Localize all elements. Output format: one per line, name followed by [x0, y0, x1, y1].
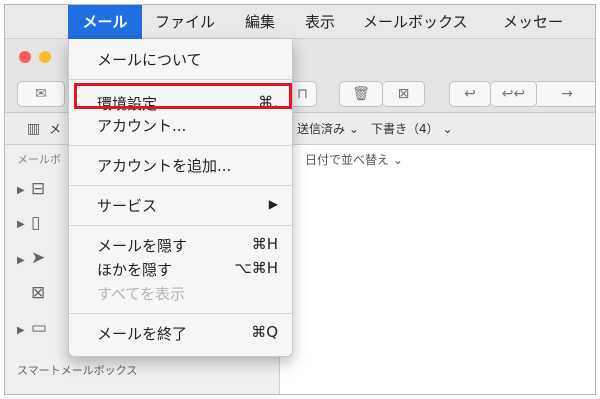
archive-box-icon[interactable]: ▭ — [31, 318, 47, 338]
menu-separator — [69, 145, 292, 146]
new-message-button[interactable]: ✉ — [17, 81, 65, 107]
delete-button[interactable]: 🗑 — [339, 81, 383, 107]
menu-mailbox[interactable]: メールボックス — [363, 5, 468, 39]
junk-button[interactable]: ⊠ — [383, 81, 425, 107]
archive-icon: ⊓ — [297, 86, 308, 102]
disclosure-arrow-icon[interactable]: ▶ — [17, 325, 25, 336]
menu-mail[interactable]: メール — [68, 5, 142, 39]
inbox-icon[interactable]: ⊟ — [31, 179, 45, 199]
document-icon[interactable]: ▯ — [31, 213, 40, 233]
sort-by-date[interactable]: 日付で並べ替え ⌄ — [305, 151, 403, 168]
sidebar-toggle-icon[interactable]: ▥ — [27, 113, 40, 145]
menu-separator — [69, 79, 292, 80]
sidebar-header: メールボ — [17, 153, 61, 166]
disclosure-arrow-icon[interactable]: ▶ — [17, 219, 25, 230]
reply-button[interactable]: ↩ — [449, 81, 491, 107]
junk-box-icon[interactable]: ⊠ — [31, 283, 45, 303]
favorite-mailbox[interactable]: メ — [49, 113, 61, 145]
menu-item-hide-others[interactable]: ほかを隠す ⌥⌘H — [97, 259, 278, 280]
reply-icon: ↩ — [464, 86, 476, 102]
menu-item-hide-mail[interactable]: メールを隠す ⌘H — [97, 235, 278, 256]
submenu-arrow-icon: ▶ — [268, 197, 278, 211]
junk-icon: ⊠ — [397, 86, 410, 102]
reply-all-icon: ↩↩ — [501, 86, 526, 102]
menu-edit[interactable]: 編集 — [245, 5, 275, 39]
archive-button[interactable]: ⊓ — [289, 81, 317, 107]
menubar: メール ファイル 編集 表示 メールボックス メッセー — [5, 5, 595, 39]
sent-icon[interactable]: ➤ — [31, 248, 45, 268]
favorite-drafts[interactable]: 下書き（4） ⌄ — [371, 113, 453, 145]
menu-separator — [69, 225, 292, 226]
disclosure-arrow-icon[interactable]: ▶ — [17, 185, 25, 196]
shortcut-label: ⌥⌘H — [234, 259, 278, 277]
close-window-button[interactable] — [19, 51, 31, 63]
menu-item-quit-mail[interactable]: メールを終了 ⌘Q — [97, 323, 278, 344]
envelope-icon: ✉ — [35, 86, 47, 102]
menu-view[interactable]: 表示 — [305, 5, 335, 39]
menu-item-about[interactable]: メールについて — [97, 49, 278, 70]
disclosure-arrow-icon[interactable]: ▶ — [17, 255, 25, 266]
menu-item-show-all: すべてを表示 — [97, 285, 186, 303]
minimize-window-button[interactable] — [39, 51, 51, 63]
favorite-sent[interactable]: 送信済み ⌄ — [297, 113, 359, 145]
menu-separator — [69, 313, 292, 314]
menu-item-accounts[interactable]: アカウント... — [97, 115, 278, 136]
trash-icon: 🗑 — [352, 86, 370, 102]
forward-button[interactable]: → — [537, 81, 595, 107]
menu-item-services[interactable]: サービス ▶ — [97, 195, 278, 216]
menu-item-add-account[interactable]: アカウントを追加... — [97, 155, 278, 176]
menu-separator — [69, 185, 292, 186]
screenshot-frame: メール ファイル 編集 表示 メールボックス メッセー ✉ ⊓ 🗑 ⊠ ↩ ↩↩… — [4, 4, 596, 395]
menu-message[interactable]: メッセー — [503, 5, 563, 39]
highlight-box — [74, 83, 292, 109]
forward-icon: → — [561, 86, 573, 102]
reply-all-button[interactable]: ↩↩ — [491, 81, 537, 107]
shortcut-label: ⌘Q — [251, 323, 278, 341]
shortcut-label: ⌘H — [251, 235, 278, 253]
smart-mailboxes-header: スマートメールボックス — [17, 364, 138, 377]
menu-file[interactable]: ファイル — [155, 5, 215, 39]
